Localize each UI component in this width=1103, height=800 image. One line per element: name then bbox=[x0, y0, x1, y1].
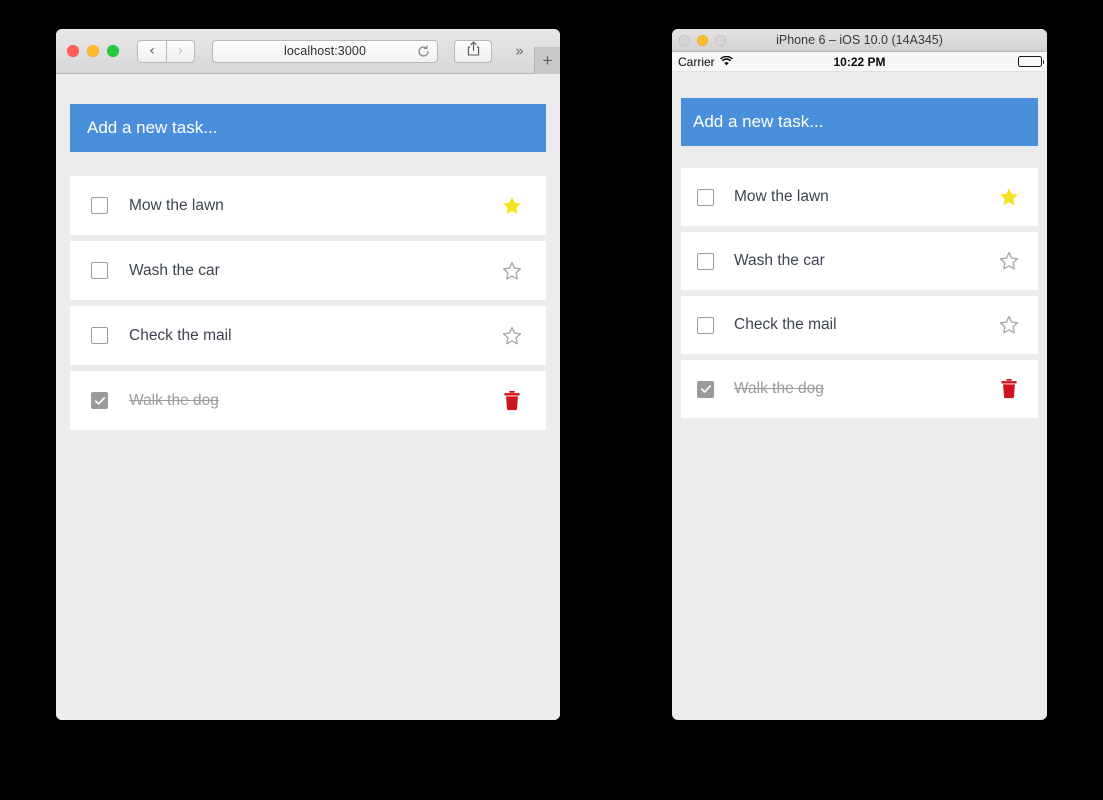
add-task-placeholder: Add a new task... bbox=[87, 118, 218, 137]
simulator-title: iPhone 6 – iOS 10.0 (14A345) bbox=[776, 33, 943, 47]
task-row[interactable]: Mow the lawn bbox=[681, 168, 1038, 226]
task-checkbox[interactable] bbox=[697, 188, 714, 206]
task-label: Mow the lawn bbox=[129, 196, 224, 214]
star-empty-icon[interactable] bbox=[499, 258, 525, 284]
zoom-window-button[interactable] bbox=[107, 45, 119, 57]
add-task-input-simulator[interactable]: Add a new task... bbox=[681, 98, 1038, 146]
task-checkbox[interactable] bbox=[697, 316, 714, 334]
close-window-button[interactable] bbox=[67, 45, 79, 57]
close-simulator-button[interactable] bbox=[679, 34, 690, 46]
task-label: Mow the lawn bbox=[734, 188, 829, 205]
task-label: Walk the dog bbox=[129, 391, 219, 409]
add-task-placeholder: Add a new task... bbox=[693, 112, 824, 131]
task-label: Wash the car bbox=[734, 252, 825, 269]
task-checkbox[interactable] bbox=[697, 252, 714, 270]
battery-icon bbox=[1018, 56, 1044, 67]
star-empty-icon[interactable] bbox=[499, 323, 525, 349]
task-checkbox[interactable] bbox=[697, 380, 714, 398]
forward-button[interactable]: › bbox=[166, 39, 195, 63]
chevron-left-icon: ‹ bbox=[149, 43, 155, 59]
task-label: Check the mail bbox=[734, 316, 837, 333]
share-icon bbox=[467, 41, 480, 61]
minimize-window-button[interactable] bbox=[87, 45, 99, 57]
minimize-simulator-button[interactable] bbox=[697, 34, 708, 46]
simulator-titlebar: iPhone 6 – iOS 10.0 (14A345) bbox=[672, 29, 1047, 52]
new-tab-button[interactable]: + bbox=[534, 47, 560, 74]
share-button[interactable] bbox=[454, 39, 492, 63]
task-checkbox[interactable] bbox=[91, 262, 108, 279]
status-bar-right bbox=[1018, 56, 1044, 67]
ios-status-bar: Carrier 10:22 PM bbox=[672, 52, 1047, 72]
task-label: Wash the car bbox=[129, 261, 220, 279]
task-row[interactable]: Check the mail bbox=[70, 306, 546, 365]
task-label: Check the mail bbox=[129, 326, 232, 344]
status-bar-clock: 10:22 PM bbox=[833, 54, 886, 69]
star-filled-icon[interactable] bbox=[499, 193, 525, 219]
todo-app-browser: Add a new task... Mow the lawn Wash the c… bbox=[56, 74, 560, 720]
task-row[interactable]: Walk the dog bbox=[681, 360, 1038, 418]
task-label: Walk the dog bbox=[734, 380, 824, 397]
task-row[interactable]: Walk the dog bbox=[70, 371, 546, 430]
task-row[interactable]: Wash the car bbox=[681, 232, 1038, 290]
trash-icon[interactable] bbox=[996, 376, 1022, 402]
reload-icon[interactable] bbox=[417, 44, 430, 58]
browser-toolbar: ‹ › localhost:3000 » + bbox=[56, 29, 560, 74]
toolbar-overflow-button[interactable]: » bbox=[515, 43, 524, 59]
window-traffic-lights bbox=[67, 45, 119, 57]
todo-app-simulator: Add a new task... Mow the lawn Wash the c… bbox=[672, 72, 1047, 699]
task-checkbox[interactable] bbox=[91, 327, 108, 344]
task-list-simulator: Mow the lawn Wash the car Check the mail Wa… bbox=[681, 168, 1038, 418]
add-task-input-browser[interactable]: Add a new task... bbox=[70, 104, 546, 152]
star-empty-icon[interactable] bbox=[996, 248, 1022, 274]
ios-simulator-window: iPhone 6 – iOS 10.0 (14A345) Carrier 10:… bbox=[672, 29, 1047, 720]
task-list-browser: Mow the lawn Wash the car Check the mail Wa… bbox=[70, 176, 546, 430]
task-row[interactable]: Mow the lawn bbox=[70, 176, 546, 235]
safari-browser-window: ‹ › localhost:3000 » + Add a new task...… bbox=[56, 29, 560, 720]
chevron-right-icon: › bbox=[177, 43, 184, 59]
navigation-buttons: ‹ › bbox=[137, 39, 195, 63]
address-bar-text: localhost:3000 bbox=[283, 44, 366, 58]
task-row[interactable]: Wash the car bbox=[70, 241, 546, 300]
zoom-simulator-button[interactable] bbox=[715, 34, 726, 46]
star-empty-icon[interactable] bbox=[996, 312, 1022, 338]
star-filled-icon[interactable] bbox=[996, 184, 1022, 210]
task-row[interactable]: Check the mail bbox=[681, 296, 1038, 354]
address-bar[interactable]: localhost:3000 bbox=[212, 39, 438, 63]
trash-icon[interactable] bbox=[499, 388, 525, 414]
back-button[interactable]: ‹ bbox=[137, 39, 166, 63]
task-checkbox[interactable] bbox=[91, 197, 108, 214]
task-checkbox[interactable] bbox=[91, 392, 108, 409]
